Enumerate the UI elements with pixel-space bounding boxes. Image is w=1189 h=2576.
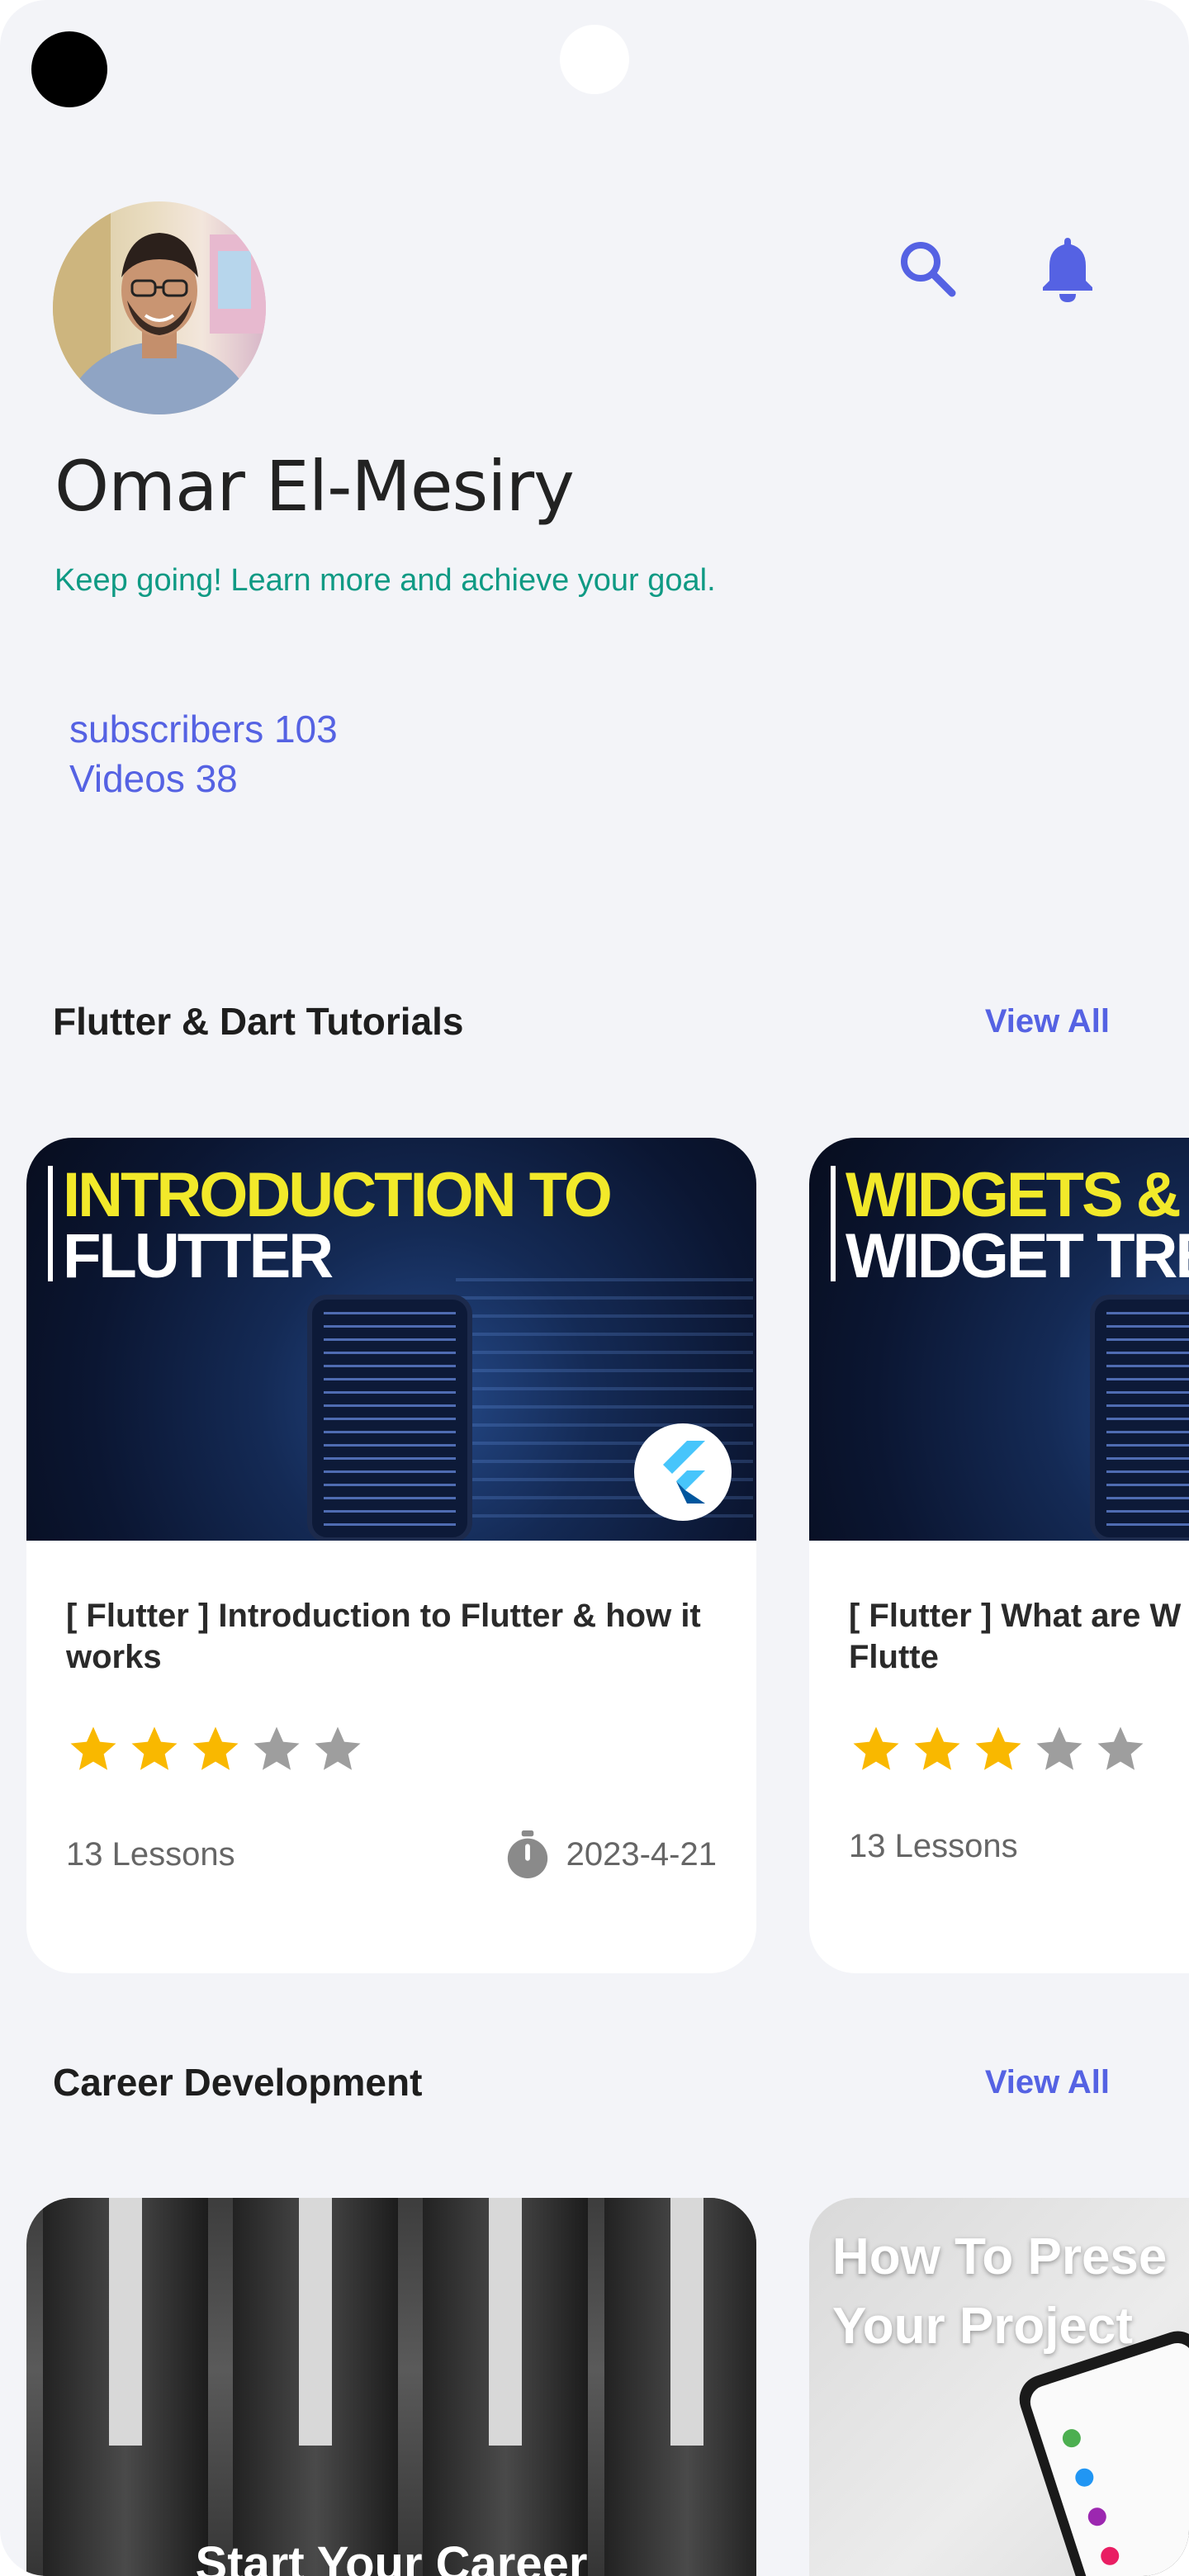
avatar[interactable] bbox=[53, 201, 266, 414]
thumbnail-title: How To Prese Your Project bbox=[832, 2228, 1168, 2355]
bell-icon bbox=[1043, 238, 1092, 302]
star-filled-icon bbox=[192, 1726, 239, 1770]
course-thumbnail: How To Prese Your Project bbox=[809, 2198, 1189, 2576]
camera-cutout bbox=[31, 31, 107, 107]
search-button[interactable] bbox=[890, 231, 964, 305]
stopwatch-icon bbox=[507, 1830, 547, 1878]
course-card[interactable]: Start Your Career bbox=[26, 2198, 756, 2576]
lessons-count: 13 Lessons bbox=[849, 1828, 1018, 1864]
view-all-button[interactable]: View All bbox=[985, 1003, 1110, 1040]
course-thumbnail: Start Your Career bbox=[26, 2198, 756, 2576]
star-filled-icon bbox=[70, 1726, 116, 1770]
phone-illustration bbox=[307, 1295, 472, 1541]
star-filled-icon bbox=[975, 1726, 1021, 1770]
section-header-flutter: Flutter & Dart Tutorials View All bbox=[53, 999, 1110, 1044]
course-title: [ Flutter ] What are W Widget Tree in Fl… bbox=[849, 1598, 1189, 1675]
course-card[interactable]: How To Prese Your Project bbox=[809, 2198, 1189, 2576]
subscribers-count: subscribers 103 bbox=[69, 708, 338, 751]
star-empty-icon bbox=[253, 1726, 300, 1770]
course-thumbnail: WIDGETS & WIDGET TRE bbox=[809, 1138, 1189, 1541]
thumbnail-title-line2: WIDGET TRE bbox=[846, 1221, 1189, 1291]
section-title: Career Development bbox=[53, 2061, 423, 2104]
star-filled-icon bbox=[914, 1726, 960, 1770]
thumbnail-title-line2: FLUTTER bbox=[63, 1221, 334, 1291]
course-title: [ Flutter ] Introduction to Flutter & ho… bbox=[66, 1598, 701, 1675]
view-all-button[interactable]: View All bbox=[985, 2064, 1110, 2101]
course-meta: 13 Lessons 2023-4-21 bbox=[66, 1828, 717, 1881]
star-empty-icon bbox=[1097, 1726, 1144, 1770]
videos-count: Videos 38 bbox=[69, 757, 238, 800]
lessons-count: 13 Lessons bbox=[66, 1835, 235, 1873]
flutter-logo-icon bbox=[634, 1423, 732, 1521]
star-empty-icon bbox=[315, 1726, 361, 1770]
notifications-button[interactable] bbox=[1030, 231, 1105, 305]
course-card[interactable]: WIDGETS & WIDGET TRE [ Flutter ] What ar… bbox=[809, 1138, 1189, 1973]
profile-tagline: Keep going! Learn more and achieve your … bbox=[54, 563, 716, 598]
star-filled-icon bbox=[853, 1726, 899, 1770]
rating-stars bbox=[66, 1722, 717, 1780]
search-icon bbox=[901, 242, 956, 297]
rating-stars bbox=[849, 1722, 1189, 1780]
course-thumbnail: INTRODUCTION TO FLUTTER bbox=[26, 1138, 756, 1541]
course-date: 2023-4-21 bbox=[566, 1835, 717, 1873]
course-card[interactable]: INTRODUCTION TO FLUTTER [ Flutter ] Intr… bbox=[26, 1138, 756, 1973]
avatar-photo bbox=[53, 201, 266, 414]
course-meta: 13 Lessons bbox=[849, 1828, 1189, 1865]
section-title: Flutter & Dart Tutorials bbox=[53, 1000, 464, 1043]
app-screen: Omar El-Mesiry Keep going! Learn more an… bbox=[0, 0, 1189, 2576]
star-filled-icon bbox=[131, 1726, 178, 1770]
thumbnail-title: Start Your Career bbox=[195, 2537, 588, 2576]
star-empty-icon bbox=[1036, 1726, 1082, 1770]
section-header-career: Career Development View All bbox=[53, 2060, 1110, 2105]
phone-illustration bbox=[1090, 1295, 1189, 1541]
status-notch bbox=[560, 25, 629, 94]
profile-name: Omar El-Mesiry bbox=[54, 446, 575, 527]
phone-illustration bbox=[1012, 2324, 1189, 2576]
